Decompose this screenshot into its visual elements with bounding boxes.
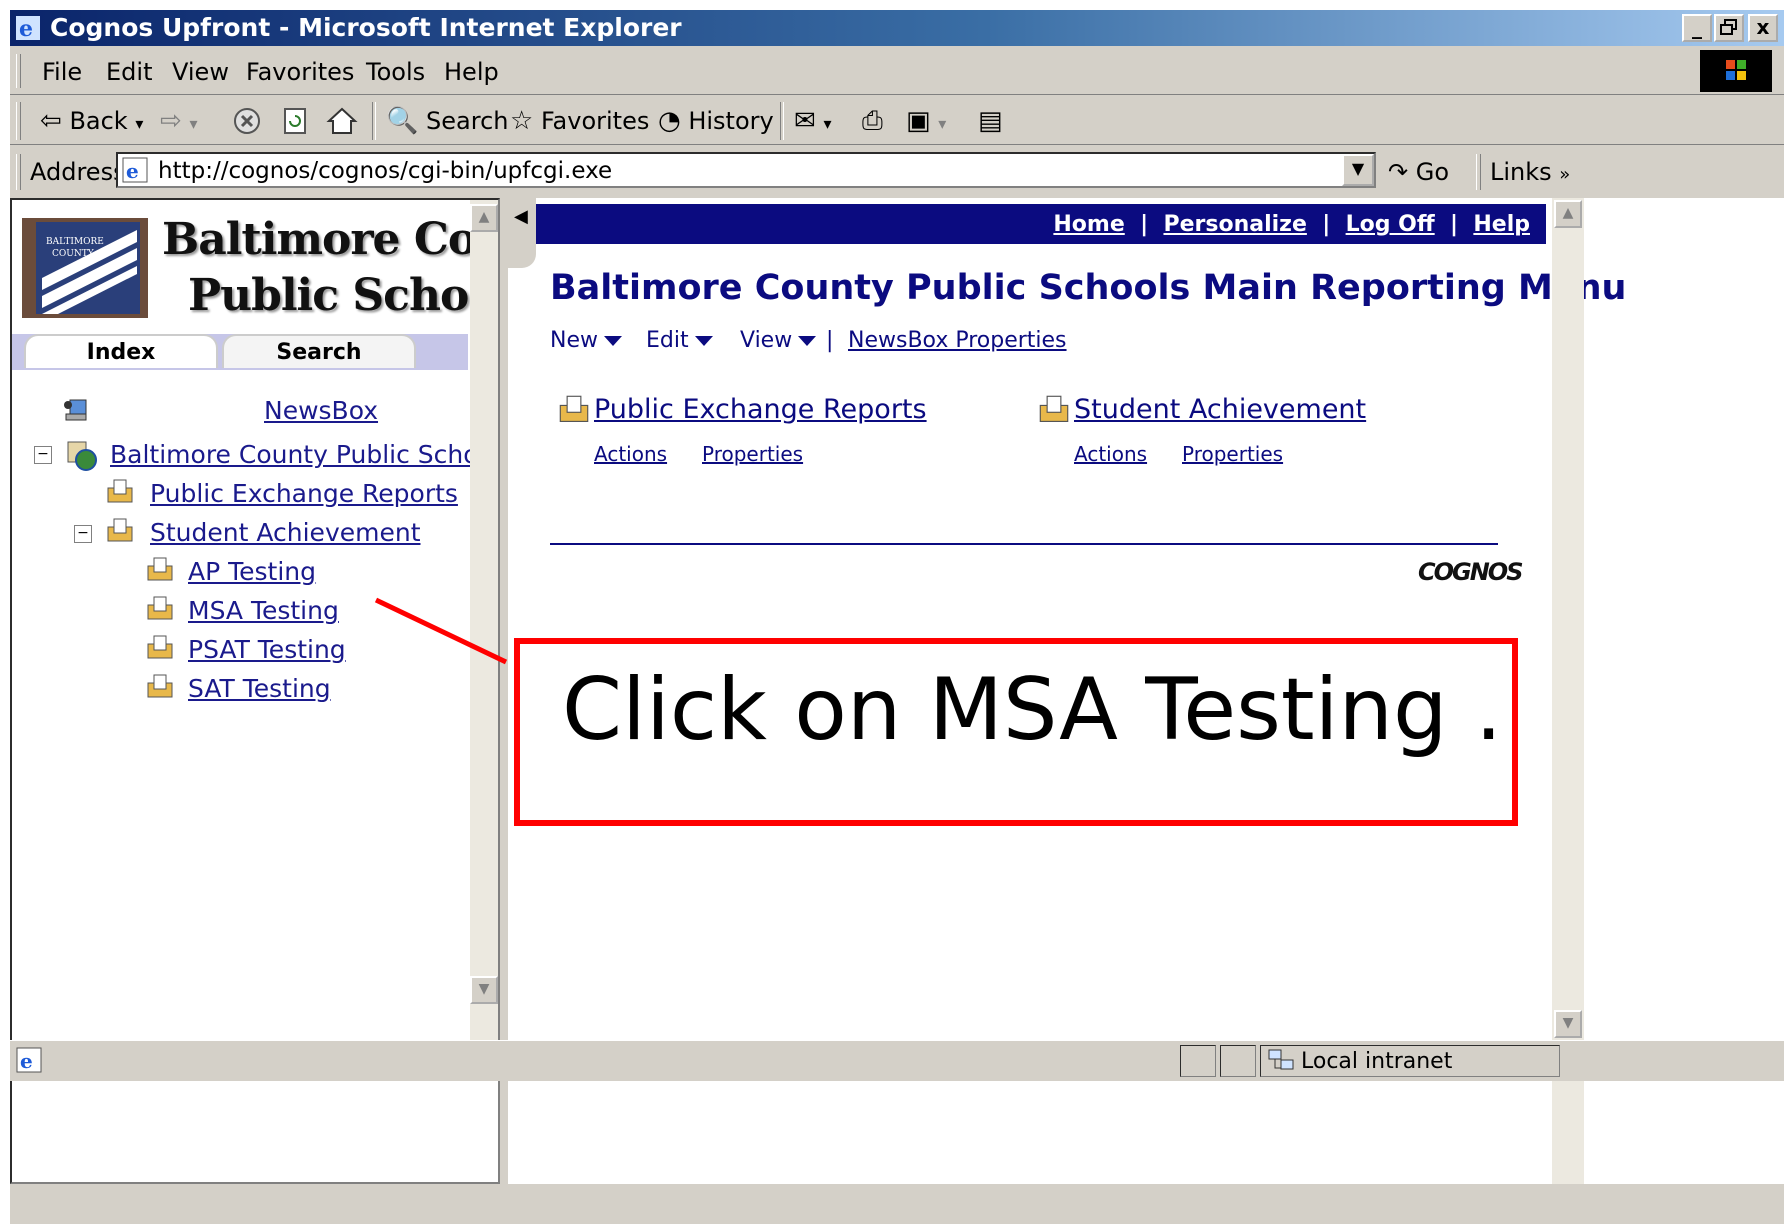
instruction-callout: Click on MSA Testing . (514, 638, 1518, 826)
callout-arrow (374, 597, 508, 665)
callout-text: Click on MSA Testing . (562, 660, 1503, 760)
